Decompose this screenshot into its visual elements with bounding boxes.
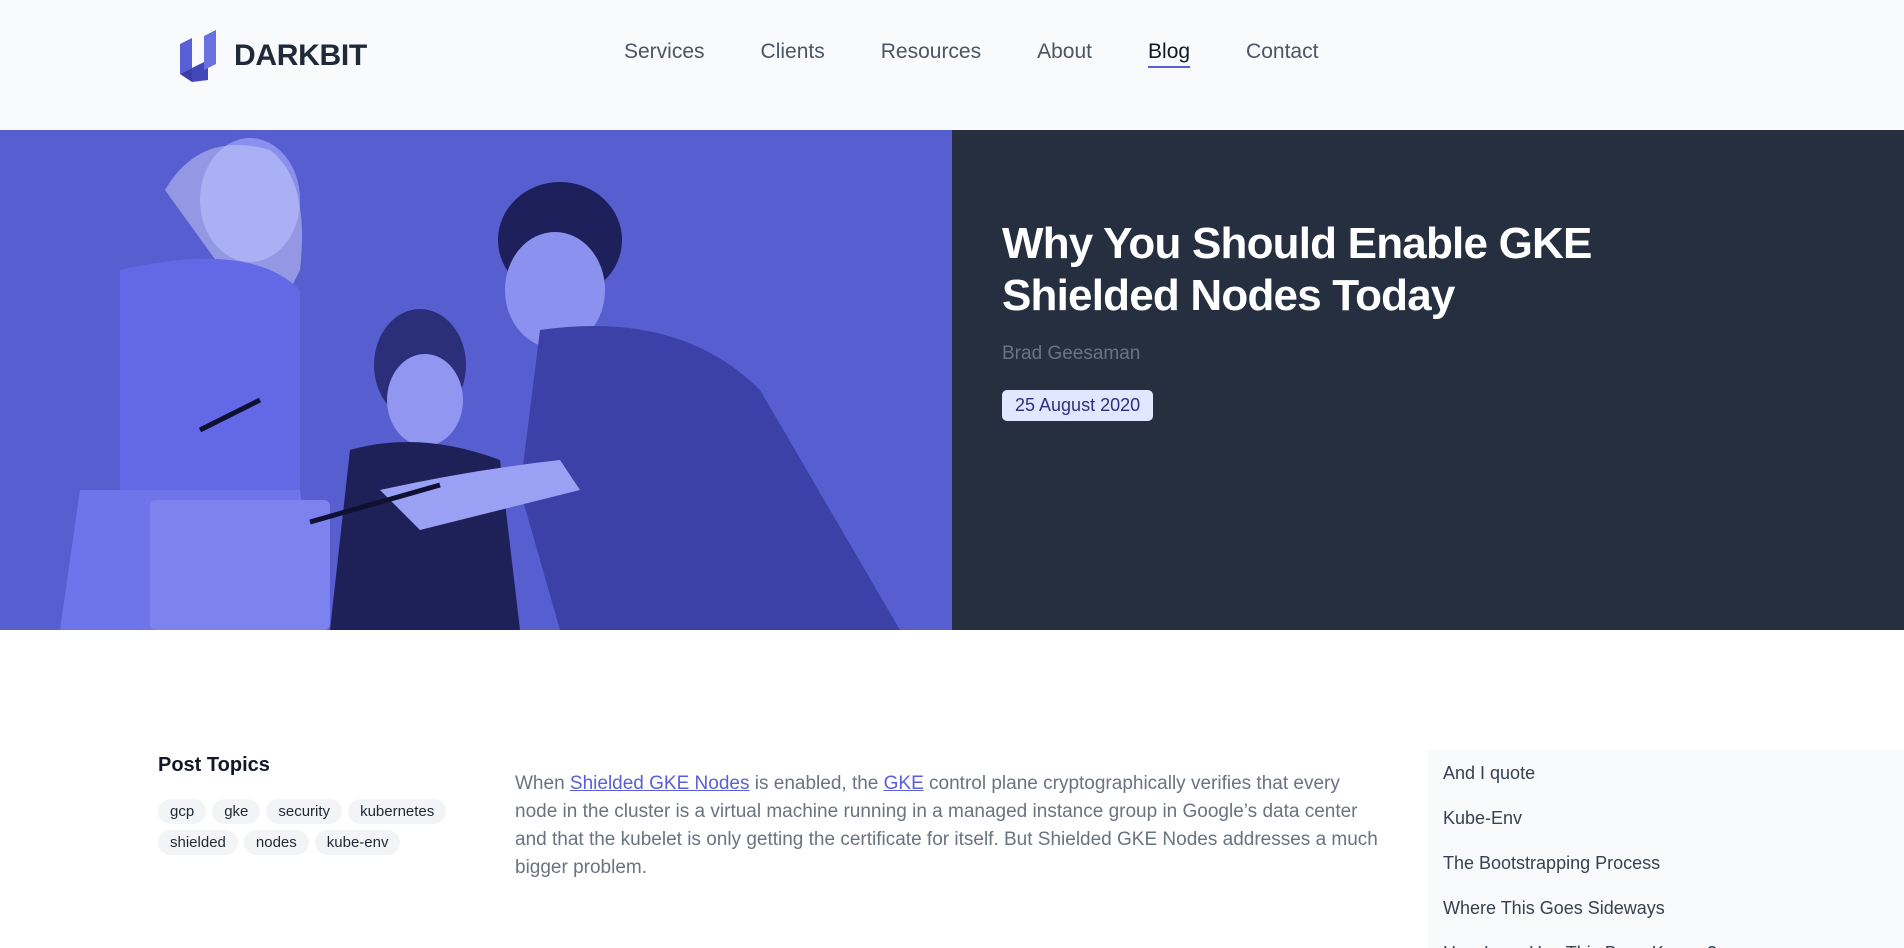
toc-list: And I quote Kube-Env The Bootstrapping P…: [1428, 750, 1904, 948]
tag-gke[interactable]: gke: [212, 799, 261, 824]
tag-nodes[interactable]: nodes: [243, 830, 309, 855]
toc-item-bootstrapping-process[interactable]: The Bootstrapping Process: [1443, 850, 1904, 895]
toc-item-where-this-goes-sideways[interactable]: Where This Goes Sideways: [1443, 895, 1904, 940]
tag-list: gcp gke security kubernetes shielded nod…: [158, 799, 478, 855]
tag-kubernetes[interactable]: kubernetes: [348, 799, 447, 824]
post-date-badge: 25 August 2020: [1002, 390, 1154, 421]
tag-kube-env[interactable]: kube-env: [314, 830, 401, 855]
article-body: When Shielded GKE Nodes is enabled, the …: [515, 770, 1385, 882]
hero: Why You Should Enable GKE Shielded Nodes…: [0, 130, 1904, 630]
article-text: When: [515, 773, 570, 794]
post-topics: Post Topics gcp gke security kubernetes …: [158, 754, 478, 855]
team-photo-illustration: [0, 130, 952, 630]
article-text: is enabled, the: [749, 773, 884, 794]
hero-image: [0, 130, 952, 630]
site-header: DARKBIT Services Clients Resources About…: [0, 0, 1904, 130]
post-author[interactable]: Brad Geesaman: [1002, 343, 1140, 365]
toc-item-and-i-quote[interactable]: And I quote: [1443, 760, 1904, 805]
tag-shielded[interactable]: shielded: [158, 830, 238, 855]
main-nav: Services Clients Resources About Blog Co…: [624, 40, 1318, 68]
darkbit-logo-icon: [180, 30, 216, 82]
nav-clients[interactable]: Clients: [761, 40, 825, 68]
toc-item-kube-env[interactable]: Kube-Env: [1443, 805, 1904, 850]
nav-services[interactable]: Services: [624, 40, 705, 68]
brand-name: DARKBIT: [234, 39, 367, 72]
shielded-gke-nodes-link[interactable]: Shielded GKE Nodes: [570, 773, 750, 794]
nav-resources[interactable]: Resources: [881, 40, 981, 68]
article-paragraph: When Shielded GKE Nodes is enabled, the …: [515, 770, 1385, 882]
post-topics-title: Post Topics: [158, 754, 270, 776]
tag-gcp[interactable]: gcp: [158, 799, 207, 824]
table-of-contents: And I quote Kube-Env The Bootstrapping P…: [1428, 750, 1904, 948]
post-title: Why You Should Enable GKE Shielded Nodes…: [1002, 219, 1592, 320]
tag-security[interactable]: security: [266, 799, 343, 824]
nav-blog[interactable]: Blog: [1148, 40, 1191, 68]
gke-link[interactable]: GKE: [884, 773, 924, 794]
nav-contact[interactable]: Contact: [1246, 40, 1318, 68]
toc-item-how-long-known[interactable]: How Long Has This Been Known?: [1443, 940, 1904, 948]
hero-panel: Why You Should Enable GKE Shielded Nodes…: [952, 130, 1904, 630]
nav-about[interactable]: About: [1037, 40, 1092, 68]
brand-logo[interactable]: DARKBIT: [180, 30, 367, 82]
